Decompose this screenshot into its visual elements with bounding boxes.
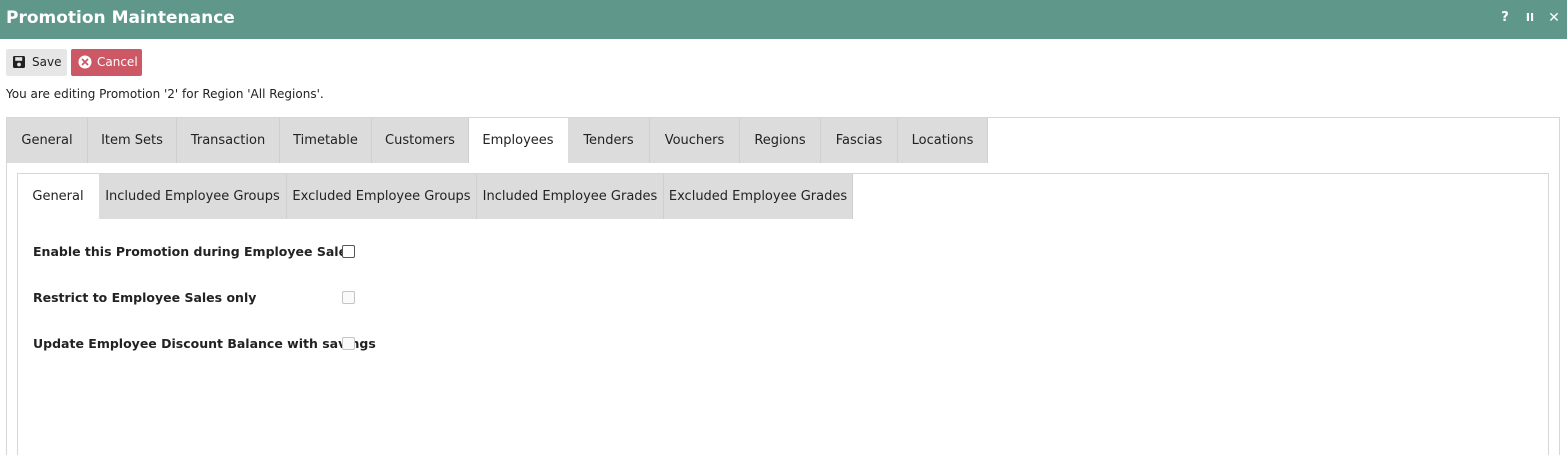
tab-general[interactable]: General (7, 118, 88, 163)
enable-employee-sales-checkbox[interactable] (342, 245, 355, 258)
tab-customers[interactable]: Customers (372, 118, 469, 163)
subtab-included-employee-groups[interactable]: Included Employee Groups (99, 174, 287, 219)
save-button[interactable]: Save (6, 49, 67, 76)
update-discount-balance-label: Update Employee Discount Balance with sa… (33, 336, 376, 351)
tab-transaction[interactable]: Transaction (177, 118, 280, 163)
floppy-disk-icon (13, 56, 25, 68)
tab-locations[interactable]: Locations (898, 118, 988, 163)
window-title: Promotion Maintenance (6, 8, 235, 28)
tab-vouchers[interactable]: Vouchers (650, 118, 740, 163)
update-discount-balance-checkbox[interactable] (342, 337, 355, 350)
pause-icon[interactable]: II (1522, 9, 1538, 27)
title-bar: Promotion Maintenance ? II ✕ (0, 0, 1567, 39)
employee-sub-tabs: General Included Employee Groups Exclude… (18, 174, 853, 219)
tab-employees[interactable]: Employees (469, 118, 568, 163)
subtab-included-employee-grades[interactable]: Included Employee Grades (477, 174, 664, 219)
help-icon[interactable]: ? (1498, 9, 1512, 27)
save-button-label: Save (32, 55, 62, 69)
main-tabs: General Item Sets Transaction Timetable … (7, 118, 988, 163)
close-icon[interactable]: ✕ (1546, 9, 1562, 27)
tab-regions[interactable]: Regions (740, 118, 821, 163)
restrict-employee-sales-label: Restrict to Employee Sales only (33, 290, 257, 305)
subtab-excluded-employee-grades[interactable]: Excluded Employee Grades (664, 174, 853, 219)
cancel-button-label: Cancel (97, 55, 138, 69)
editing-info-text: You are editing Promotion '2' for Region… (6, 87, 324, 101)
subtab-excluded-employee-groups[interactable]: Excluded Employee Groups (287, 174, 477, 219)
cancel-circle-icon (78, 55, 92, 69)
tab-item-sets[interactable]: Item Sets (88, 118, 177, 163)
tab-fascias[interactable]: Fascias (821, 118, 898, 163)
tab-tenders[interactable]: Tenders (568, 118, 650, 163)
enable-employee-sales-label: Enable this Promotion during Employee Sa… (33, 244, 355, 259)
tab-timetable[interactable]: Timetable (280, 118, 372, 163)
subtab-general[interactable]: General (18, 174, 99, 219)
cancel-button[interactable]: Cancel (71, 49, 142, 76)
restrict-employee-sales-checkbox[interactable] (342, 291, 355, 304)
